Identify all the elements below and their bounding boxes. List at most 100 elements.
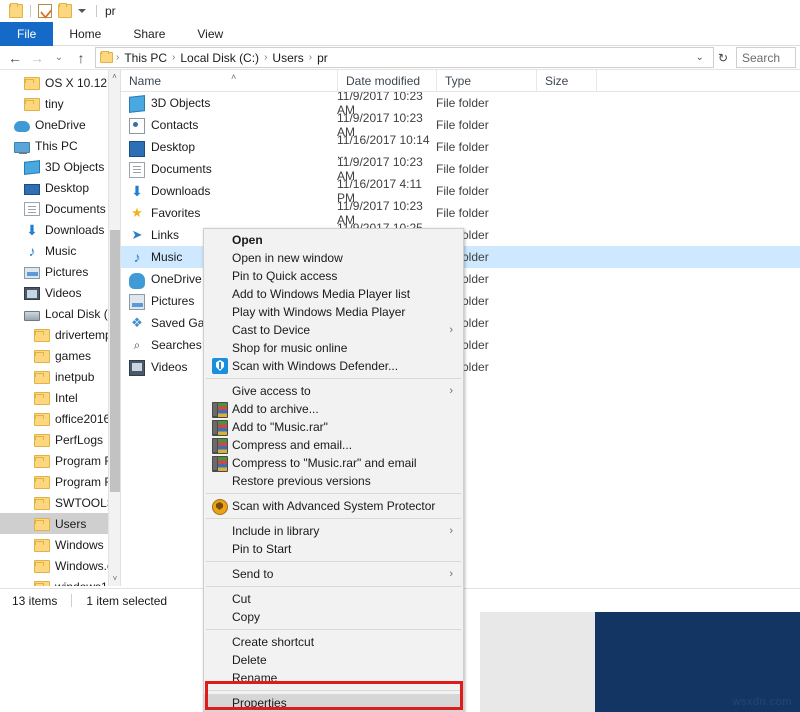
address-input[interactable]: › This PC › Local Disk (C:) › Users › pr… (95, 47, 714, 68)
menu-item-scan-with-advanced-system-protector[interactable]: Scan with Advanced System Protector (204, 497, 463, 515)
recent-locations-button[interactable]: ⌄ (48, 47, 70, 69)
table-row[interactable]: Contacts11/9/2017 10:23 AMFile folder (121, 114, 800, 136)
sidebar-item-users[interactable]: Users (0, 513, 120, 534)
menu-item-label: Include in library (232, 524, 319, 538)
tab-view[interactable]: View (181, 22, 239, 46)
sidebar-item-program-files[interactable]: Program Files (0, 450, 120, 471)
menu-item-compress-and-email[interactable]: Compress and email... (204, 436, 463, 454)
sidebar-item-swtools[interactable]: SWTOOLS (0, 492, 120, 513)
status-item-count: 13 items (0, 594, 57, 608)
sidebar-item-downloads[interactable]: ⬇Downloads (0, 219, 120, 240)
sidebar-item-windows[interactable]: Windows (0, 534, 120, 555)
3d-objects-icon (24, 160, 40, 175)
scroll-up-icon[interactable]: ˄ (109, 70, 120, 84)
menu-item-copy[interactable]: Copy (204, 608, 463, 626)
sidebar-item-videos[interactable]: Videos (0, 282, 120, 303)
up-button[interactable]: ↑ (70, 47, 92, 69)
sidebar-item-office2016[interactable]: office2016 (0, 408, 120, 429)
menu-item-send-to[interactable]: Send to› (204, 565, 463, 583)
menu-item-shop-for-music-online[interactable]: Shop for music online (204, 339, 463, 357)
menu-item-open[interactable]: Open (204, 231, 463, 249)
menu-item-open-in-new-window[interactable]: Open in new window (204, 249, 463, 267)
refresh-icon[interactable]: ↻ (714, 51, 732, 65)
menu-item-properties[interactable]: Properties (204, 694, 463, 712)
table-row[interactable]: ⬇Downloads11/16/2017 4:11 PMFile folder (121, 180, 800, 202)
customize-caret-icon[interactable] (75, 9, 92, 13)
breadcrumb-pr[interactable]: pr (313, 51, 332, 65)
tab-home[interactable]: Home (53, 22, 117, 46)
sidebar-item-desktop[interactable]: Desktop (0, 177, 120, 198)
column-header-extra[interactable] (596, 70, 656, 92)
menu-item-delete[interactable]: Delete (204, 651, 463, 669)
menu-item-add-to-music-rar[interactable]: Add to "Music.rar" (204, 418, 463, 436)
search-input[interactable]: Search (736, 47, 796, 68)
sidebar-item-onedrive[interactable]: OneDrive (0, 114, 120, 135)
scroll-down-icon[interactable]: ˅ (109, 572, 120, 586)
sidebar-item-music[interactable]: ♪Music (0, 240, 120, 261)
menu-item-pin-to-start[interactable]: Pin to Start (204, 540, 463, 558)
menu-item-label: Compress to "Music.rar" and email (232, 456, 417, 470)
tab-share[interactable]: Share (117, 22, 181, 46)
menu-item-create-shortcut[interactable]: Create shortcut (204, 633, 463, 651)
sidebar-item-local-disk-c[interactable]: Local Disk (C:) (0, 303, 120, 324)
menu-item-rename[interactable]: Rename (204, 669, 463, 687)
sidebar-item-perflogs[interactable]: PerfLogs (0, 429, 120, 450)
column-header-name-label: Name (129, 74, 161, 88)
menu-item-scan-with-windows-defender[interactable]: Scan with Windows Defender... (204, 357, 463, 375)
back-button[interactable]: ← (4, 47, 26, 69)
table-row[interactable]: Documents11/9/2017 10:23 AMFile folder (121, 158, 800, 180)
file-name-label: Links (151, 228, 179, 242)
sidebar-item-this-pc[interactable]: This PC (0, 135, 120, 156)
folder-icon (34, 434, 50, 447)
menu-item-pin-to-quick-access[interactable]: Pin to Quick access (204, 267, 463, 285)
sidebar-item-pictures[interactable]: Pictures (0, 261, 120, 282)
table-row[interactable]: ★Favorites11/9/2017 10:23 AMFile folder (121, 202, 800, 224)
folder-icon (34, 329, 50, 342)
sidebar-item-tiny[interactable]: tiny (0, 93, 120, 114)
menu-item-compress-to-music-rar-and-email[interactable]: Compress to "Music.rar" and email (204, 454, 463, 472)
menu-item-restore-previous-versions[interactable]: Restore previous versions (204, 472, 463, 490)
menu-item-cut[interactable]: Cut (204, 590, 463, 608)
sidebar-item-windows-old[interactable]: Windows.old (0, 555, 120, 576)
table-row[interactable]: 3D Objects11/9/2017 10:23 AMFile folder (121, 92, 800, 114)
sidebar-item-label: tiny (45, 97, 64, 111)
sidebar-item-documents[interactable]: Documents (0, 198, 120, 219)
column-header-size[interactable]: Size (536, 70, 596, 92)
forward-button[interactable]: → (26, 47, 48, 69)
navigation-scrollbar[interactable]: ˄ ˅ (108, 70, 120, 586)
tab-file[interactable]: File (0, 22, 53, 46)
column-header-date[interactable]: Date modified (337, 70, 436, 92)
sidebar-item-3d-objects[interactable]: 3D Objects (0, 156, 120, 177)
menu-item-play-with-windows-media-player[interactable]: Play with Windows Media Player (204, 303, 463, 321)
file-name-cell: 3D Objects (121, 94, 337, 112)
chevron-right-icon: › (449, 525, 453, 537)
sidebar-item-drivertemp[interactable]: drivertemp (0, 324, 120, 345)
sidebar-item-os-x-10-12[interactable]: OS X 10.12 (0, 72, 120, 93)
column-header-type[interactable]: Type (436, 70, 536, 92)
scrollbar-thumb[interactable] (110, 230, 120, 492)
folder-icon (34, 539, 50, 552)
menu-item-add-to-windows-media-player-list[interactable]: Add to Windows Media Player list (204, 285, 463, 303)
sidebar-item-games[interactable]: games (0, 345, 120, 366)
toolbar-divider-2 (96, 5, 97, 17)
file-name-label: Videos (151, 360, 187, 374)
sidebar-item-inetpub[interactable]: inetpub (0, 366, 120, 387)
menu-item-include-in-library[interactable]: Include in library › (204, 522, 463, 540)
sidebar-item-intel[interactable]: Intel (0, 387, 120, 408)
breadcrumb-users[interactable]: Users (268, 51, 307, 65)
menu-item-add-to-archive[interactable]: Add to archive... (204, 400, 463, 418)
table-row[interactable]: Desktop11/16/2017 10:14 ...File folder (121, 136, 800, 158)
folder-icon[interactable] (9, 4, 23, 18)
sidebar-item-label: games (55, 349, 91, 363)
properties-icon[interactable] (38, 4, 52, 18)
sidebar-item-windows10upg[interactable]: windows10upg (0, 576, 120, 586)
breadcrumb-this-pc[interactable]: This PC (120, 51, 171, 65)
breadcrumb-local-disk[interactable]: Local Disk (C:) (176, 51, 263, 65)
column-header-name[interactable]: Name ˄ (121, 70, 337, 92)
menu-item-cast-to-device[interactable]: Cast to Device› (204, 321, 463, 339)
sidebar-item-program-files[interactable]: Program Files ( (0, 471, 120, 492)
menu-item-give-access-to[interactable]: Give access to› (204, 382, 463, 400)
chevron-down-icon[interactable]: ⌄ (691, 52, 709, 63)
new-folder-icon[interactable] (58, 4, 72, 18)
menu-separator (206, 378, 461, 379)
